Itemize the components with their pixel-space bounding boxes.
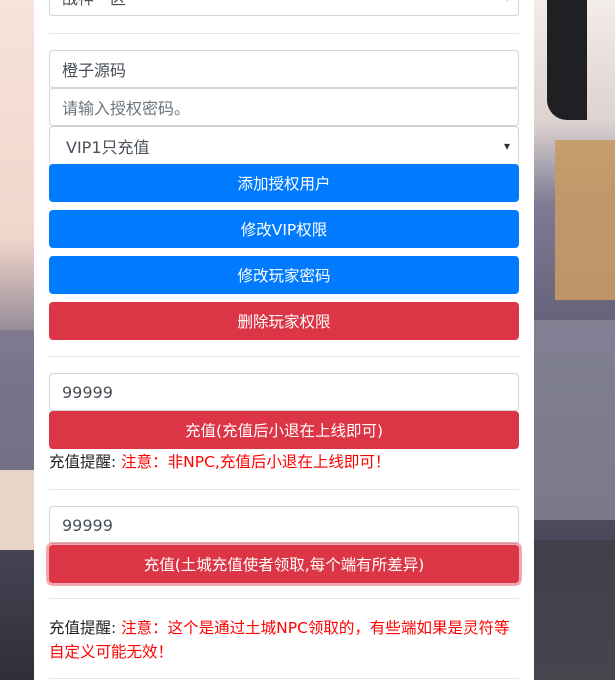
username-value: 橙子源码 [62, 61, 127, 80]
vip-select-value: VIP1只充值 [66, 138, 150, 157]
divider [49, 33, 519, 34]
recharge-tip-label: 充值提醒: [49, 453, 117, 471]
password-placeholder: 请输入授权密码。 [62, 99, 191, 118]
npc-recharge-tip-label: 充值提醒: [49, 619, 117, 637]
npc-recharge-amount-input[interactable]: 99999 [49, 506, 519, 544]
recharge-tip: 充值提醒: 注意：非NPC,充值后小退在上线即可！ [49, 450, 519, 474]
modify-password-button[interactable]: 修改玩家密码 [49, 256, 519, 294]
add-auth-user-label: 添加授权用户 [237, 175, 331, 193]
recharge-amount-value: 99999 [62, 382, 113, 402]
modify-password-label: 修改玩家密码 [237, 267, 331, 285]
npc-recharge-amount-value: 99999 [62, 515, 113, 535]
chevron-down-icon: ▾ [504, 0, 510, 4]
recharge-button[interactable]: 充值(充值后小退在上线即可) [49, 411, 519, 449]
modify-vip-label: 修改VIP权限 [240, 221, 328, 239]
delete-permission-label: 删除玩家权限 [237, 313, 331, 331]
main-panel: 战神一区 ▾ 橙子源码 请输入授权密码。 VIP1只充值 ▾ 添加授权用户 修改… [34, 0, 534, 680]
delete-permission-button[interactable]: 删除玩家权限 [49, 302, 519, 340]
divider [49, 356, 519, 357]
add-auth-user-button[interactable]: 添加授权用户 [49, 164, 519, 202]
server-select-value: 战神一区 [62, 0, 126, 9]
divider [49, 489, 519, 490]
recharge-button-label: 充值(充值后小退在上线即可) [184, 422, 384, 440]
recharge-tip-text: 注意：非NPC,充值后小退在上线即可！ [121, 453, 391, 471]
modify-vip-button[interactable]: 修改VIP权限 [49, 210, 519, 248]
username-input[interactable]: 橙子源码 [49, 50, 519, 88]
password-input[interactable]: 请输入授权密码。 [49, 88, 519, 126]
divider [49, 678, 519, 679]
npc-recharge-button-label: 充值(土城充值使者领取,每个端有所差异) [143, 556, 425, 574]
chevron-down-icon: ▾ [503, 139, 510, 153]
divider [49, 598, 519, 599]
vip-select[interactable]: VIP1只充值 ▾ [49, 126, 519, 166]
npc-recharge-tip: 充值提醒: 注意：这个是通过土城NPC领取的，有些端如果是灵符等自定义可能无效！ [49, 616, 519, 664]
recharge-amount-input[interactable]: 99999 [49, 373, 519, 411]
server-select[interactable]: 战神一区 ▾ [49, 0, 519, 16]
npc-recharge-button[interactable]: 充值(土城充值使者领取,每个端有所差异) [49, 545, 519, 583]
npc-recharge-tip-text: 注意：这个是通过土城NPC领取的，有些端如果是灵符等自定义可能无效！ [49, 619, 510, 661]
